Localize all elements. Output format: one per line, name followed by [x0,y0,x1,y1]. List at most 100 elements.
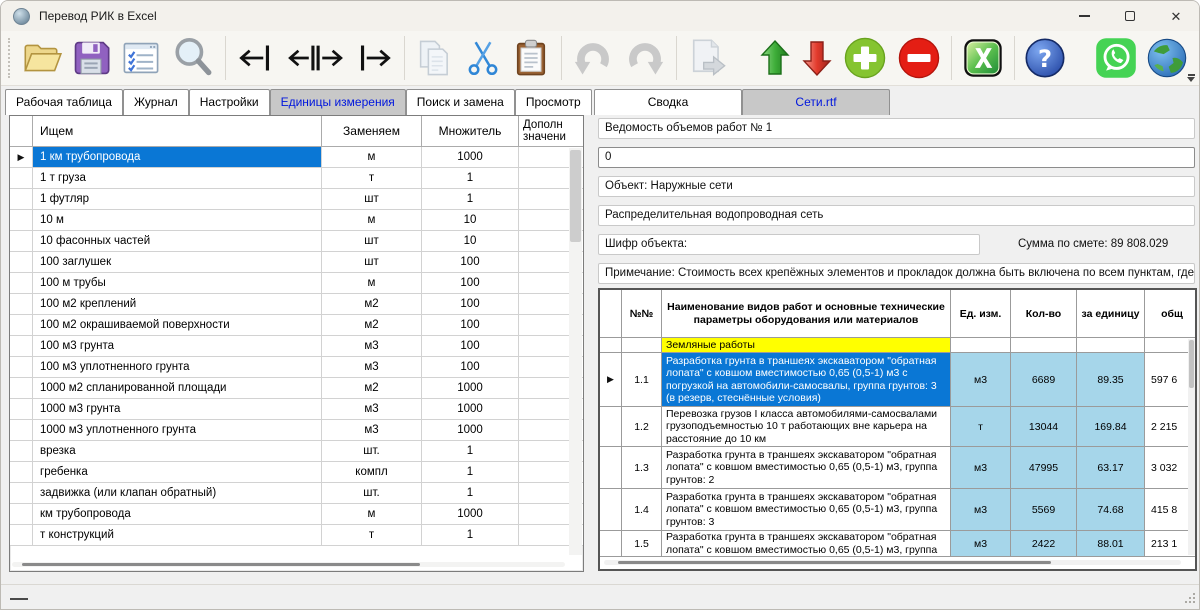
per-unit-cell[interactable]: 88.01 [1077,531,1145,556]
tab-journal[interactable]: Журнал [123,89,189,115]
factor-cell[interactable]: 1 [422,525,519,545]
header-per-unit[interactable]: за единицу [1077,290,1145,337]
factor-cell[interactable]: 10 [422,210,519,230]
works-row[interactable]: ▶1.1Разработка грунта в траншеях экскава… [600,353,1195,407]
find-cell[interactable]: км трубопровода [33,504,322,524]
units-row[interactable]: 1 футляршт1 [10,189,583,210]
toolbar-grip[interactable] [8,38,11,78]
num-cell[interactable] [622,338,662,352]
work-name-cell[interactable]: Разработка грунта в траншеях экскаваторо… [662,531,951,556]
find-cell[interactable]: 1 км трубопровода [33,147,322,167]
object-cipher-field[interactable]: Шифр объекта: [598,234,980,255]
factor-cell[interactable]: 1 [422,168,519,188]
extra-cell[interactable] [519,525,567,545]
move-down-button[interactable] [796,33,838,83]
extra-cell[interactable] [519,168,567,188]
extra-cell[interactable] [519,357,567,377]
extra-cell[interactable] [519,378,567,398]
website-globe-button[interactable] [1141,33,1193,83]
unit-cell[interactable] [951,338,1011,352]
qty-cell[interactable]: 47995 [1011,447,1077,488]
extra-cell[interactable] [519,210,567,230]
works-row[interactable]: 1.4Разработка грунта в траншеях экскават… [600,489,1195,531]
export-document-button[interactable] [681,33,733,83]
extra-cell[interactable] [519,441,567,461]
tab-work-table[interactable]: Рабочая таблица [5,89,123,115]
per-unit-cell[interactable] [1077,338,1145,352]
tab-preview[interactable]: Просмотр [515,89,592,115]
factor-cell[interactable]: 1000 [422,378,519,398]
num-cell[interactable]: 1.1 [622,353,662,406]
collapse-left-button[interactable] [231,33,283,83]
per-unit-cell[interactable]: 169.84 [1077,407,1145,446]
units-row[interactable]: 100 м3 уплотненного грунтам3100 [10,357,583,378]
works-row[interactable]: 1.3Разработка грунта в траншеях экскават… [600,447,1195,489]
unit-cell[interactable]: м3 [951,353,1011,406]
works-row[interactable]: 1.5Разработка грунта в траншеях экскават… [600,531,1195,557]
extra-cell[interactable] [519,462,567,482]
units-row[interactable]: 10 фасонных частейшт10 [10,231,583,252]
section-name-cell[interactable]: Земляные работы [662,338,951,352]
extra-cell[interactable] [519,483,567,503]
tab-seti-rtf[interactable]: Сети.rtf [742,89,890,115]
replace-cell[interactable]: т [322,525,422,545]
replace-cell[interactable]: т [322,168,422,188]
factor-cell[interactable]: 100 [422,315,519,335]
maximize-button[interactable] [1107,1,1153,31]
extra-cell[interactable] [519,336,567,356]
find-cell[interactable]: т конструкций [33,525,322,545]
units-row[interactable]: гребенкакомпл1 [10,462,583,483]
tab-find-replace[interactable]: Поиск и замена [406,89,515,115]
qty-cell[interactable]: 5569 [1011,489,1077,530]
header-replace[interactable]: Заменяем [322,116,422,146]
unit-cell[interactable]: м3 [951,447,1011,488]
factor-cell[interactable]: 100 [422,294,519,314]
units-row[interactable]: 100 заглушекшт100 [10,252,583,273]
header-factor[interactable]: Множитель [422,116,519,146]
units-row[interactable]: врезкашт.1 [10,441,583,462]
extra-cell[interactable] [519,189,567,209]
factor-cell[interactable]: 100 [422,357,519,377]
find-cell[interactable]: 1 т груза [33,168,322,188]
units-row[interactable]: 1000 м2 спланированной площадим21000 [10,378,583,399]
search-button[interactable] [166,33,220,83]
minimize-button[interactable] [1061,1,1107,31]
works-vertical-scrollbar[interactable] [1188,339,1195,555]
header-num[interactable]: №№ [622,290,662,337]
replace-cell[interactable]: м3 [322,420,422,440]
header-qty[interactable]: Кол-во [1011,290,1077,337]
scrollbar-thumb[interactable] [1189,340,1194,388]
statement-number-field[interactable]: 0 [598,147,1195,168]
units-row[interactable]: 1 т грузат1 [10,168,583,189]
add-row-button[interactable] [838,33,892,83]
replace-cell[interactable]: м [322,273,422,293]
replace-cell[interactable]: шт. [322,441,422,461]
header-find[interactable]: Ищем [33,116,322,146]
units-row[interactable]: 100 м2 окрашиваемой поверхностим2100 [10,315,583,336]
replace-cell[interactable]: м [322,504,422,524]
num-cell[interactable]: 1.4 [622,489,662,530]
object-name-field[interactable]: Объект: Наружные сети [598,176,1195,197]
work-name-cell[interactable]: Разработка грунта в траншеях экскаваторо… [662,447,951,488]
factor-cell[interactable]: 1 [422,189,519,209]
toolbar-overflow-button[interactable] [1187,74,1195,82]
factor-cell[interactable]: 100 [422,252,519,272]
factor-cell[interactable]: 1000 [422,504,519,524]
units-vertical-scrollbar[interactable] [569,148,582,555]
note-field[interactable]: Примечание: Стоимость всех крепёжных эле… [598,263,1195,284]
replace-cell[interactable]: шт [322,252,422,272]
work-name-cell[interactable]: Разработка грунта в траншеях экскаваторо… [662,489,951,530]
find-cell[interactable]: 100 м трубы [33,273,322,293]
work-name-cell[interactable]: Разработка грунта в траншеях экскаваторо… [662,353,951,406]
units-row[interactable]: 100 м2 крепленийм2100 [10,294,583,315]
tab-units[interactable]: Единицы измерения [270,89,406,115]
resize-grip[interactable] [1183,593,1195,605]
help-button[interactable]: ? [1020,33,1070,83]
factor-cell[interactable]: 1000 [422,399,519,419]
unit-cell[interactable]: м3 [951,531,1011,556]
work-name-cell[interactable]: Перевозка грузов I класса автомобилями-с… [662,407,951,446]
qty-cell[interactable]: 2422 [1011,531,1077,556]
extra-cell[interactable] [519,399,567,419]
find-cell[interactable]: 100 м2 окрашиваемой поверхности [33,315,322,335]
whatsapp-button[interactable] [1091,33,1141,83]
